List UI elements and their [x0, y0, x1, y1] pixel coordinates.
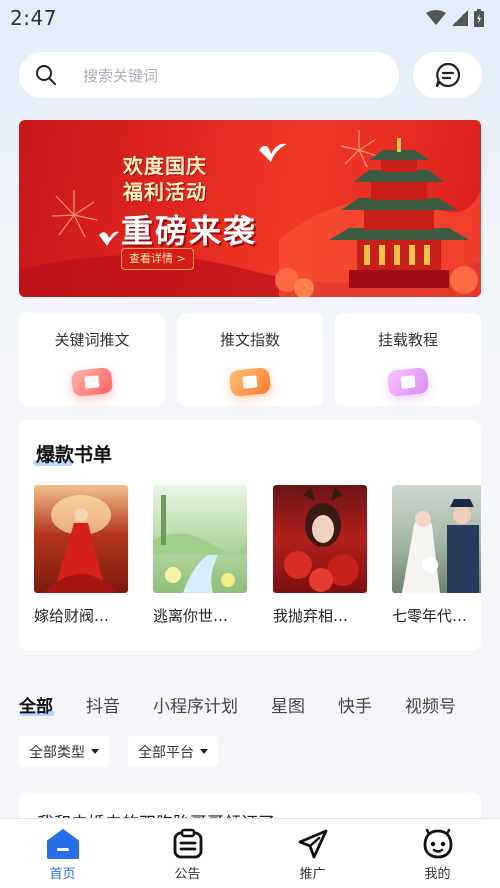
quick-link-label: 推文指数 [219, 331, 280, 349]
tab-video-channel[interactable]: 视频号 [405, 692, 456, 717]
quick-link-post-index[interactable]: 推文指数 [177, 313, 323, 406]
tab-all[interactable]: 全部 [19, 692, 55, 717]
signal-icon [452, 10, 468, 26]
status-time: 2:47 [10, 6, 57, 30]
status-bar: 2:47 [0, 0, 500, 36]
book-cover [392, 485, 481, 593]
nav-label: 我的 [424, 867, 451, 882]
message-icon [435, 62, 460, 88]
quick-link-label: 挂载教程 [377, 331, 438, 349]
message-button[interactable] [413, 52, 482, 98]
platform-filter-dropdown[interactable]: 全部平台 [128, 736, 218, 767]
category-tabs: 全部 抖音 小程序计划 星图 快手 视频号 [19, 690, 489, 718]
banner-title-line1: 欢度国庆 [123, 154, 207, 178]
banner-title-line3: 重磅来袭 [121, 212, 258, 250]
tab-xingtu[interactable]: 星图 [271, 692, 305, 717]
search-icon [36, 65, 56, 85]
nav-label: 首页 [49, 867, 76, 882]
nav-label: 推广 [299, 867, 326, 882]
paper-plane-icon [295, 827, 331, 861]
wifi-icon [426, 10, 446, 25]
status-icons [426, 9, 484, 27]
book-name: 七零年代… [392, 607, 468, 625]
tab-douyin[interactable]: 抖音 [86, 692, 120, 717]
book-cover [153, 485, 247, 593]
book-item[interactable]: 我抛弃相… [273, 485, 367, 626]
home-icon [45, 827, 81, 861]
quick-link-label: 关键词推文 [54, 331, 130, 349]
pink-card-icon [70, 366, 114, 398]
tab-kuaishou[interactable]: 快手 [338, 692, 372, 717]
orange-card-icon [228, 366, 272, 398]
nav-profile[interactable]: 我的 [375, 819, 500, 888]
nav-promote[interactable]: 推广 [250, 819, 375, 888]
bottom-navigation: 首页 公告 推广 我的 [0, 818, 500, 888]
banner-details-button[interactable]: 查看详情 > [121, 248, 194, 270]
tab-mini-program[interactable]: 小程序计划 [153, 692, 238, 717]
hot-books-section: 爆款书单 嫁给财阀… 逃离你世… 我抛弃相… 七零年代… [19, 420, 481, 650]
nav-home[interactable]: 首页 [0, 819, 125, 888]
quick-link-mount-tutorial[interactable]: 挂载教程 [335, 313, 481, 406]
search-input[interactable]: 搜索关键词 [19, 52, 399, 98]
type-filter-label: 全部类型 [29, 744, 85, 761]
profile-face-icon [420, 827, 456, 861]
caret-down-icon [91, 749, 99, 754]
promo-banner[interactable]: 欢度国庆 福利活动 重磅来袭 查看详情 > [19, 120, 481, 297]
search-placeholder: 搜索关键词 [83, 66, 159, 85]
hot-books-title: 爆款书单 [36, 444, 113, 466]
book-name: 我抛弃相… [273, 607, 349, 625]
type-filter-dropdown[interactable]: 全部类型 [19, 736, 109, 767]
book-name: 逃离你世… [153, 607, 229, 625]
book-item[interactable]: 七零年代… [392, 485, 481, 626]
purple-card-icon [386, 366, 430, 398]
book-item[interactable]: 逃离你世… [153, 485, 247, 626]
quick-link-keyword-posts[interactable]: 关键词推文 [19, 313, 165, 406]
banner-title-line2: 福利活动 [123, 180, 207, 204]
platform-filter-label: 全部平台 [138, 744, 194, 761]
nav-notice[interactable]: 公告 [125, 819, 250, 888]
book-item[interactable]: 嫁给财阀… [34, 485, 128, 626]
book-name: 嫁给财阀… [34, 607, 110, 625]
notice-icon [170, 827, 206, 861]
nav-label: 公告 [174, 867, 201, 882]
tab-label: 全部 [19, 696, 53, 717]
battery-icon [474, 9, 484, 27]
book-cover [273, 485, 367, 593]
caret-down-icon [200, 749, 208, 754]
book-cover [34, 485, 128, 593]
